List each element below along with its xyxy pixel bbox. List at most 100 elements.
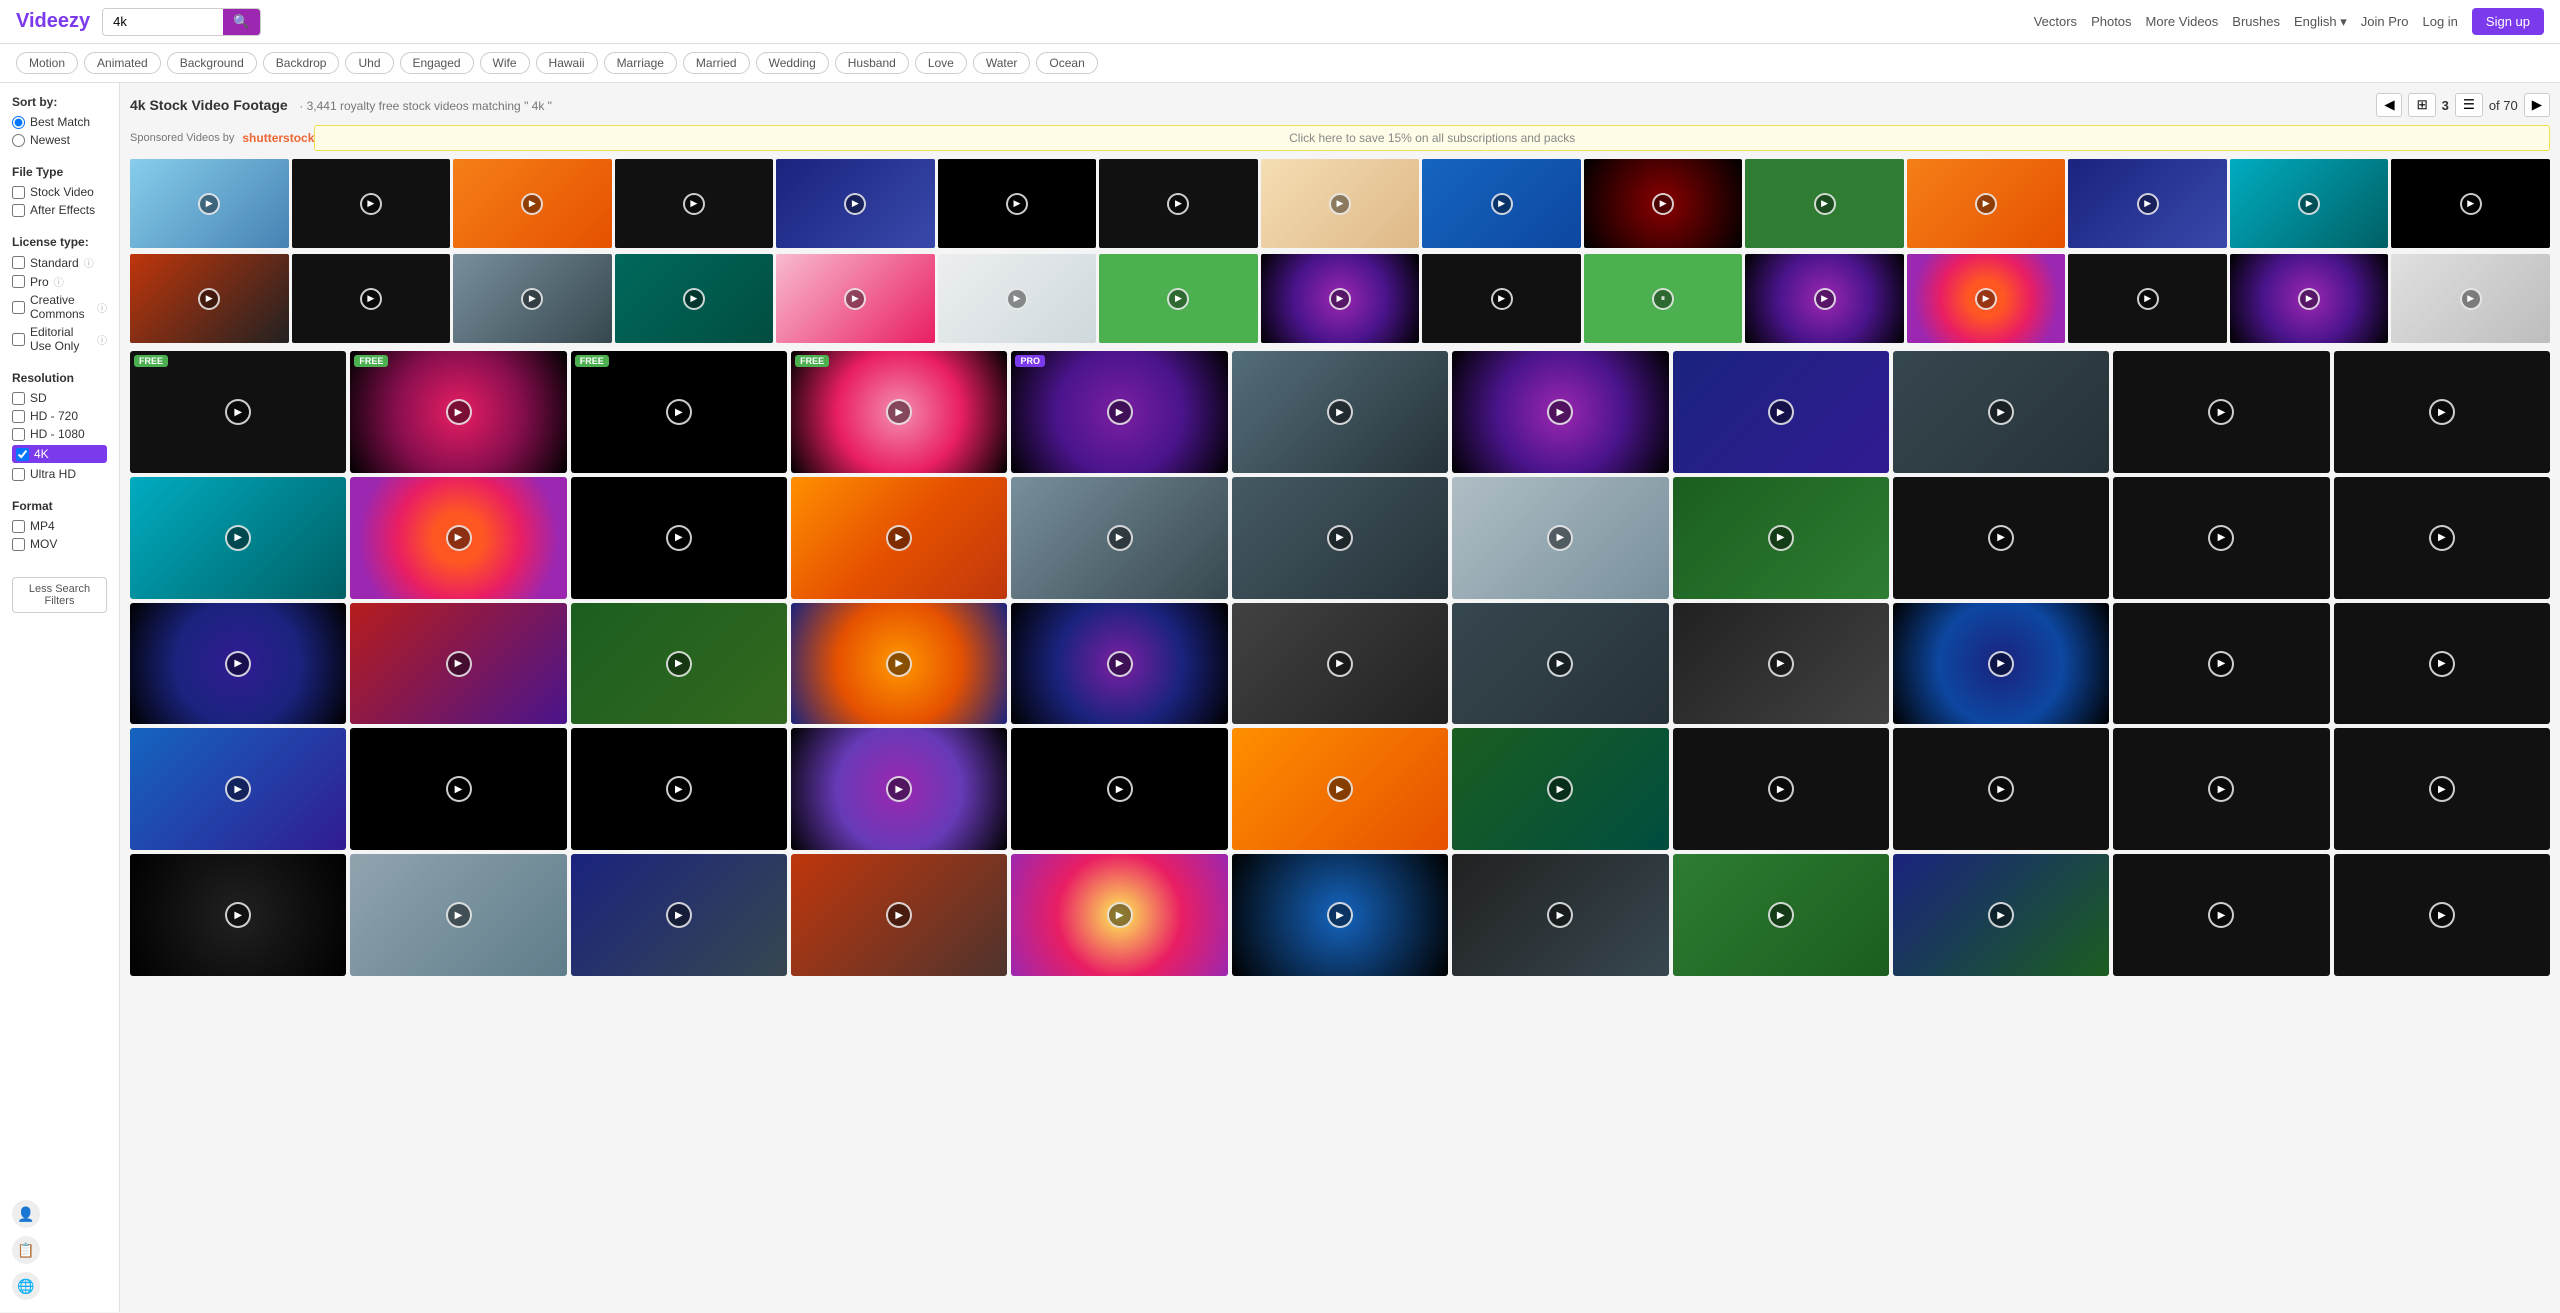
thumb-14[interactable]: ▶ [571, 477, 787, 599]
thumb-9[interactable]: ▶ [1893, 351, 2109, 473]
sponsored-thumb-25[interactable]: ⏸ [1584, 254, 1743, 343]
sponsored-thumb-2[interactable]: ▶ [292, 159, 451, 248]
sponsored-thumb-29[interactable]: ▶ [2230, 254, 2389, 343]
thumb-17[interactable]: ▶ [1232, 477, 1448, 599]
tag-engaged[interactable]: Engaged [400, 52, 474, 74]
thumb-38[interactable]: ▶ [1011, 728, 1227, 850]
thumb-19[interactable]: ▶ [1673, 477, 1889, 599]
nav-vectors[interactable]: Vectors [2034, 14, 2077, 29]
tag-animated[interactable]: Animated [84, 52, 161, 74]
thumb-8[interactable]: ▶ [1673, 351, 1889, 473]
sponsored-thumb-28[interactable]: ▶ [2068, 254, 2227, 343]
thumb-5[interactable]: PRO▶ [1011, 351, 1227, 473]
thumb-31[interactable]: ▶ [1893, 603, 2109, 725]
sponsored-thumb-27[interactable]: ▶ [1907, 254, 2066, 343]
nav-more-videos[interactable]: More Videos [2146, 14, 2219, 29]
thumb-13[interactable]: ▶ [350, 477, 566, 599]
thumb-6[interactable]: ▶ [1232, 351, 1448, 473]
lic-std-label[interactable]: Standard [30, 256, 79, 270]
thumb-3[interactable]: FREE▶ [571, 351, 787, 473]
sponsored-thumb-30[interactable]: ▶ [2391, 254, 2550, 343]
search-bar[interactable]: 🔍 [102, 8, 261, 36]
thumb-36[interactable]: ▶ [571, 728, 787, 850]
res-ultra-label[interactable]: Ultra HD [30, 467, 76, 481]
list-view-button[interactable]: ☰ [2455, 93, 2483, 117]
sponsored-thumb-26[interactable]: ▶ [1745, 254, 1904, 343]
thumb-23[interactable]: ▶ [130, 603, 346, 725]
thumb-41[interactable]: ▶ [1673, 728, 1889, 850]
nav-photos[interactable]: Photos [2091, 14, 2131, 29]
thumb-48[interactable]: ▶ [791, 854, 1007, 976]
thumb-24[interactable]: ▶ [350, 603, 566, 725]
thumb-47[interactable]: ▶ [571, 854, 787, 976]
thumb-37[interactable]: ▶ [791, 728, 1007, 850]
language-selector[interactable]: English ▾ [2294, 14, 2347, 30]
sponsored-thumb-20[interactable]: ▶ [776, 254, 935, 343]
thumb-46[interactable]: ▶ [350, 854, 566, 976]
prev-page-button[interactable]: ◀ [2376, 93, 2402, 117]
search-button[interactable]: 🔍 [223, 9, 260, 35]
thumb-4[interactable]: FREE▶ [791, 351, 1007, 473]
license-editorial[interactable]: Editorial Use Only ⓘ [12, 325, 107, 353]
tag-uhd[interactable]: Uhd [345, 52, 393, 74]
res-hd720[interactable]: HD - 720 [12, 409, 107, 423]
thumb-55[interactable]: ▶ [2334, 854, 2550, 976]
thumb-33[interactable]: ▶ [2334, 603, 2550, 725]
sponsored-thumb-18[interactable]: ▶ [453, 254, 612, 343]
less-filters-button[interactable]: Less Search Filters [12, 577, 107, 613]
tag-motion[interactable]: Motion [16, 52, 78, 74]
thumb-10[interactable]: ▶ [2113, 351, 2329, 473]
tag-love[interactable]: Love [915, 52, 967, 74]
thumb-44[interactable]: ▶ [2334, 728, 2550, 850]
sponsored-thumb-11[interactable]: ▶ [1745, 159, 1904, 248]
thumb-21[interactable]: ▶ [2113, 477, 2329, 599]
res-720-label[interactable]: HD - 720 [30, 409, 78, 423]
fmt-mov-label[interactable]: MOV [30, 537, 57, 551]
thumb-25[interactable]: ▶ [571, 603, 787, 725]
sponsored-thumb-24[interactable]: ▶ [1422, 254, 1581, 343]
sort-best-match[interactable]: Best Match [12, 115, 107, 129]
lic-ed-label[interactable]: Editorial Use Only [30, 325, 92, 353]
res-4k-label[interactable]: 4K [34, 447, 49, 461]
nav-brushes[interactable]: Brushes [2232, 14, 2280, 29]
thumb-12[interactable]: ▶ [130, 477, 346, 599]
res-4k[interactable]: 4K [12, 445, 107, 463]
thumb-15[interactable]: ▶ [791, 477, 1007, 599]
res-ultra[interactable]: Ultra HD [12, 467, 107, 481]
sponsored-thumb-19[interactable]: ▶ [615, 254, 774, 343]
thumb-22[interactable]: ▶ [2334, 477, 2550, 599]
sponsored-thumb-5[interactable]: ▶ [776, 159, 935, 248]
sponsored-thumb-7[interactable]: ▶ [1099, 159, 1258, 248]
tag-background[interactable]: Background [167, 52, 257, 74]
sponsored-thumb-6[interactable]: ▶ [938, 159, 1097, 248]
sponsored-thumb-3[interactable]: ▶ [453, 159, 612, 248]
search-input[interactable] [103, 9, 223, 34]
tag-hawaii[interactable]: Hawaii [536, 52, 598, 74]
sort-newest-label[interactable]: Newest [30, 133, 70, 147]
thumb-20[interactable]: ▶ [1893, 477, 2109, 599]
signup-button[interactable]: Sign up [2472, 8, 2544, 35]
tag-husband[interactable]: Husband [835, 52, 909, 74]
sponsored-thumb-17[interactable]: ▶ [292, 254, 451, 343]
thumb-29[interactable]: ▶ [1452, 603, 1668, 725]
shutterstock-logo[interactable]: shutterstock [242, 131, 314, 145]
sponsored-thumb-9[interactable]: ▶ [1422, 159, 1581, 248]
grid-view-button[interactable]: ⊞ [2408, 93, 2435, 117]
thumb-34[interactable]: ▶ [130, 728, 346, 850]
res-sd-label[interactable]: SD [30, 391, 47, 405]
ft-stock-label[interactable]: Stock Video [30, 185, 94, 199]
thumb-45[interactable]: ▶ [130, 854, 346, 976]
sponsored-thumb-1[interactable]: ▶ [130, 159, 289, 248]
fmt-mp4-label[interactable]: MP4 [30, 519, 55, 533]
thumb-1[interactable]: FREE▶ [130, 351, 346, 473]
thumb-7[interactable]: ▶ [1452, 351, 1668, 473]
promo-banner[interactable]: Click here to save 15% on all subscripti… [314, 125, 2550, 151]
join-pro-button[interactable]: Join Pro [2361, 14, 2409, 29]
tag-water[interactable]: Water [973, 52, 1031, 74]
sponsored-thumb-16[interactable]: ▶ [130, 254, 289, 343]
login-button[interactable]: Log in [2422, 14, 2457, 29]
res-1080-label[interactable]: HD - 1080 [30, 427, 85, 441]
thumb-54[interactable]: ▶ [2113, 854, 2329, 976]
ft-ae-label[interactable]: After Effects [30, 203, 95, 217]
tag-backdrop[interactable]: Backdrop [263, 52, 340, 74]
